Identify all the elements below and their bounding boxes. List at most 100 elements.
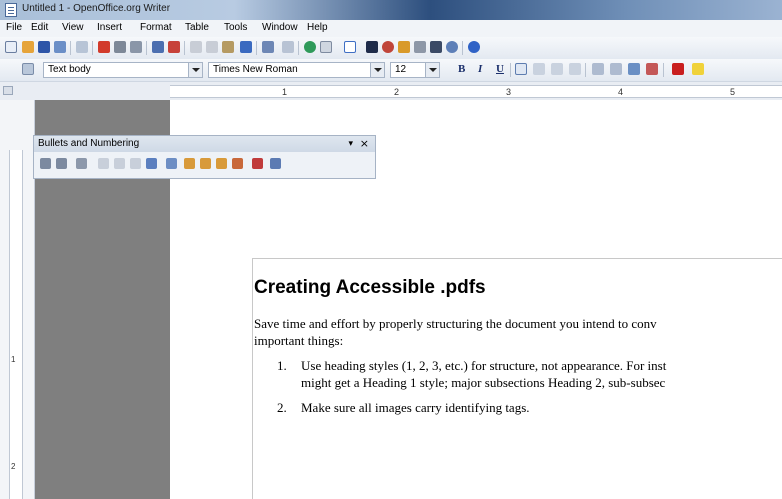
bullets-off-icon[interactable] — [40, 158, 51, 169]
hyperlink-icon[interactable] — [304, 41, 316, 53]
decrease-indent-icon[interactable] — [628, 63, 640, 75]
floating-toolbar-titlebar[interactable]: Bullets and Numbering ▾ × — [34, 136, 375, 152]
menu-tools[interactable]: Tools — [224, 22, 247, 33]
nonprinting-chars-icon[interactable] — [430, 41, 442, 53]
toolbar-separator — [70, 41, 71, 55]
promote-icon[interactable] — [114, 158, 125, 169]
help-icon[interactable] — [468, 41, 480, 53]
paste-icon[interactable] — [222, 41, 234, 53]
redo-icon[interactable] — [282, 41, 294, 53]
menu-view[interactable]: View — [62, 22, 84, 33]
page-preview-icon[interactable] — [130, 41, 142, 53]
cut-icon[interactable] — [190, 41, 202, 53]
tab-stop-selector[interactable] — [3, 86, 13, 95]
menu-table[interactable]: Table — [185, 22, 209, 33]
email-icon[interactable] — [54, 41, 66, 53]
styles-formatting-icon[interactable] — [22, 63, 34, 75]
open-icon[interactable] — [22, 41, 34, 53]
ruler-number: 5 — [730, 87, 736, 97]
table-icon[interactable] — [320, 41, 332, 53]
font-size-value: 12 — [395, 64, 407, 75]
italic-button[interactable]: I — [478, 63, 482, 75]
print-icon[interactable] — [114, 41, 126, 53]
gallery-icon[interactable] — [398, 41, 410, 53]
menu-bar: File Edit View Insert Format Table Tools… — [0, 20, 782, 37]
toolbar-options-icon[interactable]: ▾ — [348, 139, 353, 149]
chevron-down-icon[interactable] — [425, 63, 439, 77]
move-down-subpoints-icon[interactable] — [232, 158, 243, 169]
format-paintbrush-icon[interactable] — [240, 41, 252, 53]
numbering-icon[interactable] — [592, 63, 604, 75]
text-boundary-left — [252, 258, 253, 499]
font-size-combo[interactable]: 12 — [390, 62, 440, 78]
ruler-number: 4 — [618, 87, 624, 97]
bullets-icon[interactable] — [610, 63, 622, 75]
paragraph-line[interactable]: Save time and effort by properly structu… — [254, 316, 657, 332]
restart-numbering-icon[interactable] — [252, 158, 263, 169]
align-left-icon[interactable] — [515, 63, 527, 75]
data-sources-icon[interactable] — [414, 41, 426, 53]
underline-button[interactable]: U — [496, 63, 504, 75]
list-item-text[interactable]: might get a Heading 1 style; major subse… — [301, 375, 665, 391]
chevron-down-icon[interactable] — [188, 63, 202, 77]
list-item-text[interactable]: Use heading styles (1, 2, 3, etc.) for s… — [301, 358, 666, 374]
menu-window[interactable]: Window — [262, 22, 298, 33]
move-up-icon[interactable] — [184, 158, 195, 169]
numbering-off-icon[interactable] — [56, 158, 67, 169]
menu-edit[interactable]: Edit — [31, 22, 48, 33]
bold-button[interactable]: B — [458, 63, 465, 75]
undo-icon[interactable] — [262, 41, 274, 53]
menu-file[interactable]: File — [6, 22, 22, 33]
floating-toolbar-title: Bullets and Numbering — [38, 138, 140, 149]
list-off-icon[interactable] — [76, 158, 87, 169]
demote-icon[interactable] — [98, 158, 109, 169]
font-color-icon[interactable] — [672, 63, 684, 75]
save-icon[interactable] — [38, 41, 50, 53]
navigator-icon[interactable] — [382, 41, 394, 53]
find-replace-icon[interactable] — [366, 41, 378, 53]
menu-insert[interactable]: Insert — [97, 22, 122, 33]
show-draw-functions-icon[interactable] — [344, 41, 356, 53]
zoom-icon[interactable] — [446, 41, 458, 53]
align-right-icon[interactable] — [551, 63, 563, 75]
new-document-icon[interactable] — [5, 41, 17, 53]
demote-subpoints-icon[interactable] — [130, 158, 141, 169]
spellcheck-icon[interactable] — [152, 41, 164, 53]
increase-indent-icon[interactable] — [646, 63, 658, 75]
text-boundary-top — [252, 258, 782, 259]
justify-icon[interactable] — [569, 63, 581, 75]
vertical-ruler[interactable]: 1 2 — [0, 100, 35, 499]
toolbar-separator — [184, 41, 185, 55]
move-up-subpoints-icon[interactable] — [216, 158, 227, 169]
standard-toolbar — [0, 37, 782, 60]
edit-file-icon[interactable] — [76, 41, 88, 53]
align-center-icon[interactable] — [533, 63, 545, 75]
formatting-toolbar: Text body Times New Roman 12 B I U — [0, 59, 782, 82]
paragraph-line[interactable]: important things: — [254, 333, 343, 349]
menu-help[interactable]: Help — [307, 22, 328, 33]
highlight-icon[interactable] — [692, 63, 704, 75]
font-name-combo[interactable]: Times New Roman — [208, 62, 385, 78]
bullets-numbering-dialog-icon[interactable] — [270, 158, 281, 169]
writer-app-icon — [5, 3, 17, 17]
move-down-icon[interactable] — [200, 158, 211, 169]
vertical-ruler-number: 2 — [11, 462, 16, 471]
autospell-icon[interactable] — [168, 41, 180, 53]
vertical-ruler-strip — [9, 150, 23, 499]
vertical-ruler-number: 1 — [11, 355, 16, 364]
chevron-down-icon[interactable] — [370, 63, 384, 77]
paragraph-style-combo[interactable]: Text body — [43, 62, 203, 78]
toolbar-separator — [510, 63, 511, 77]
close-icon[interactable]: × — [360, 137, 369, 150]
promote-subpoints-icon[interactable] — [146, 158, 157, 169]
toolbar-separator — [146, 41, 147, 55]
horizontal-ruler[interactable]: 1 2 3 4 5 — [0, 82, 782, 101]
list-item-text[interactable]: Make sure all images carry identifying t… — [301, 400, 530, 416]
menu-format[interactable]: Format — [140, 22, 172, 33]
insert-unnumbered-entry-icon[interactable] — [166, 158, 177, 169]
floating-toolbar-body — [34, 152, 375, 178]
export-pdf-icon[interactable] — [98, 41, 110, 53]
copy-icon[interactable] — [206, 41, 218, 53]
document-heading[interactable]: Creating Accessible .pdfs — [254, 277, 486, 299]
list-item-number: 1. — [277, 358, 287, 373]
